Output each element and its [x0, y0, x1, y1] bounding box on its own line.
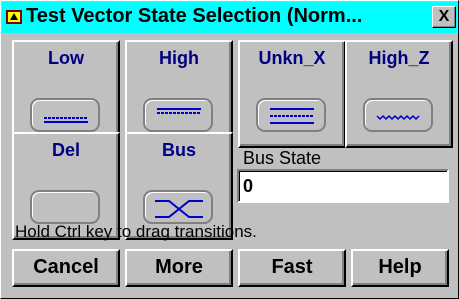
fast-button[interactable]: Fast [238, 249, 346, 287]
drag-hint-text: Hold Ctrl key to drag transitions. [15, 222, 257, 241]
delete-blank-icon [30, 190, 100, 224]
close-icon: X [438, 8, 450, 25]
close-button[interactable]: X [432, 6, 456, 28]
high-line-icon [143, 98, 213, 132]
cancel-button[interactable]: Cancel [12, 249, 120, 287]
high-z-wave-icon [363, 98, 433, 132]
app-icon [6, 10, 22, 24]
state-label-high: High [159, 48, 199, 68]
state-label-unkn-x: Unkn_X [258, 48, 326, 68]
title-bar[interactable]: Test Vector State Selection (Norm... X [2, 2, 457, 33]
low-line-icon [30, 98, 100, 132]
unknown-lines-icon [256, 98, 326, 132]
bus-state-input[interactable] [237, 169, 449, 203]
state-label-del: Del [51, 140, 80, 160]
state-label-high-z: High_Z [368, 48, 430, 68]
state-button-high-z[interactable]: High_Z [345, 40, 453, 148]
state-label-low: Low [48, 48, 84, 68]
window-title: Test Vector State Selection (Norm... [26, 5, 363, 27]
more-button[interactable]: More [125, 249, 233, 287]
state-label-bus: Bus [161, 140, 196, 160]
state-button-unkn-x[interactable]: Unkn_X [238, 40, 346, 148]
bus-state-label: Bus State [243, 148, 322, 168]
dialog-window: Test Vector State Selection (Norm... X L… [0, 0, 459, 299]
help-button[interactable]: Help [351, 249, 449, 287]
bus-crossover-icon [143, 190, 213, 224]
